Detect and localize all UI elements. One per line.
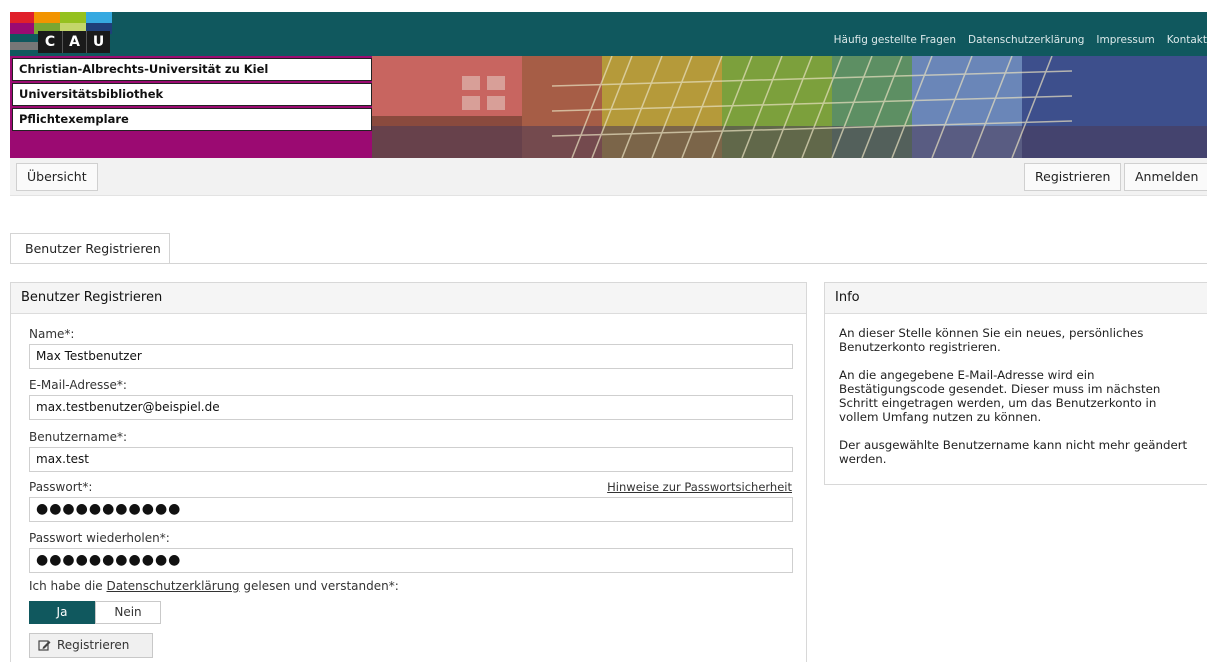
logo-letter: A xyxy=(62,31,86,53)
info-panel-title: Info xyxy=(825,283,1207,314)
banner-image xyxy=(372,56,1207,158)
edit-icon xyxy=(38,640,51,651)
name-input[interactable]: Max Testbenutzer xyxy=(29,344,793,369)
email-input[interactable]: max.testbenutzer@beispiel.de xyxy=(29,395,793,420)
consent-prefix: Ich habe die xyxy=(29,579,107,593)
privacy-link[interactable]: Datenschutzerklärung xyxy=(968,34,1084,46)
breadcrumb-deposit[interactable]: Pflichtexemplare xyxy=(12,108,372,131)
info-body: An dieser Stelle können Sie ein neues, p… xyxy=(825,314,1207,466)
logo-strip xyxy=(10,42,38,50)
name-label: Name*: xyxy=(29,327,75,341)
password-repeat-label: Passwort wiederholen*: xyxy=(29,531,170,545)
info-paragraph: An die angegebene E-Mail-Adresse wird ei… xyxy=(839,368,1161,424)
password-hint-link[interactable]: Hinweise zur Passwortsicherheit xyxy=(607,480,792,494)
register-submit-label: Registrieren xyxy=(57,638,130,652)
header-banner: Christian-Albrechts-Universität zu Kiel … xyxy=(10,56,1207,158)
login-button[interactable]: Anmelden xyxy=(1124,163,1207,191)
breadcrumb: Christian-Albrechts-Universität zu Kiel … xyxy=(12,58,372,133)
logo-strip xyxy=(60,12,86,23)
logo-letter: U xyxy=(86,31,110,53)
consent-yes-button[interactable]: Ja xyxy=(29,601,95,624)
email-label: E-Mail-Adresse*: xyxy=(29,378,127,392)
cau-logo[interactable]: C A U xyxy=(10,12,112,56)
privacy-policy-link[interactable]: Datenschutzerklärung xyxy=(106,579,239,593)
tab-divider xyxy=(10,263,1207,264)
username-input[interactable]: max.test xyxy=(29,447,793,472)
logo-strip xyxy=(34,12,60,23)
username-label: Benutzername*: xyxy=(29,430,128,444)
password-input[interactable]: ●●●●●●●●●●● xyxy=(29,497,793,522)
breadcrumb-university[interactable]: Christian-Albrechts-Universität zu Kiel xyxy=(12,58,372,81)
top-links: Häufig gestellte Fragen Datenschutzerklä… xyxy=(834,34,1207,46)
logo-strip xyxy=(86,12,112,23)
register-nav-button[interactable]: Registrieren xyxy=(1024,163,1122,191)
info-panel: Info An dieser Stelle können Sie ein neu… xyxy=(824,282,1207,485)
top-bar: C A U Häufig gestellte Fragen Datenschut… xyxy=(10,12,1207,56)
overview-button[interactable]: Übersicht xyxy=(16,163,98,191)
logo-letters: C A U xyxy=(38,31,110,53)
registration-panel: Benutzer Registrieren Name*: Max Testben… xyxy=(10,282,807,662)
registration-panel-title: Benutzer Registrieren xyxy=(11,283,806,314)
info-paragraph: Der ausgewählte Benutzername kann nicht … xyxy=(839,438,1188,466)
consent-suffix: gelesen und verstanden*: xyxy=(239,579,399,593)
imprint-link[interactable]: Impressum xyxy=(1096,34,1154,46)
logo-strip xyxy=(10,23,34,34)
breadcrumb-library[interactable]: Universitätsbibliothek xyxy=(12,83,372,106)
nav-bar: Übersicht Registrieren Anmelden xyxy=(10,158,1207,196)
privacy-consent-label: Ich habe die Datenschutzerklärung gelese… xyxy=(29,579,399,593)
logo-strip xyxy=(10,12,34,23)
tab-register[interactable]: Benutzer Registrieren xyxy=(10,233,170,263)
consent-toggle: Ja Nein xyxy=(29,601,161,624)
password-label: Passwort*: xyxy=(29,480,93,494)
logo-letter: C xyxy=(38,31,62,53)
consent-no-button[interactable]: Nein xyxy=(95,601,161,624)
contact-link[interactable]: Kontakt xyxy=(1167,34,1207,46)
faq-link[interactable]: Häufig gestellte Fragen xyxy=(834,34,956,46)
register-submit-button[interactable]: Registrieren xyxy=(29,633,153,658)
info-paragraph: An dieser Stelle können Sie ein neues, p… xyxy=(839,326,1144,354)
password-repeat-input[interactable]: ●●●●●●●●●●● xyxy=(29,548,793,573)
